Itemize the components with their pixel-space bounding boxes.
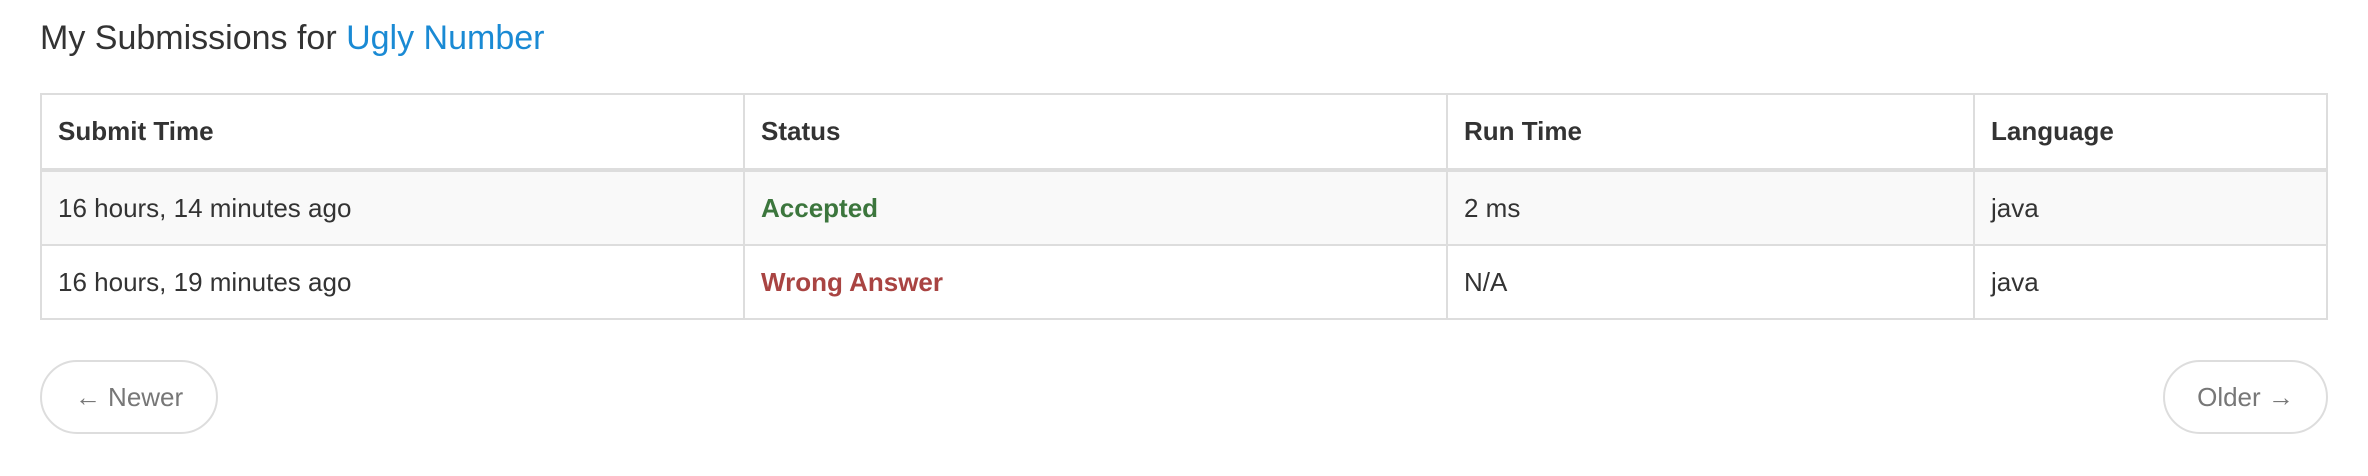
status-link[interactable]: Accepted bbox=[761, 193, 878, 223]
submissions-table: Submit Time Status Run Time Language 16 … bbox=[40, 93, 2328, 320]
submissions-page: My Submissions for Ugly Number Submit Ti… bbox=[0, 0, 2368, 476]
column-header-status: Status bbox=[743, 93, 1448, 172]
status-link[interactable]: Wrong Answer bbox=[761, 267, 943, 297]
submit-time-cell: 16 hours, 14 minutes ago bbox=[40, 169, 745, 246]
table-row: 16 hours, 14 minutes ago Accepted 2 ms j… bbox=[40, 169, 2328, 246]
page-title-prefix: My Submissions for bbox=[40, 19, 337, 57]
newer-button[interactable]: ← Newer bbox=[40, 360, 218, 434]
submissions-table-wrapper: Submit Time Status Run Time Language 16 … bbox=[40, 93, 2328, 320]
table-header-row: Submit Time Status Run Time Language bbox=[40, 93, 2328, 172]
problem-link[interactable]: Ugly Number bbox=[346, 19, 544, 57]
language-cell: java bbox=[1973, 169, 2328, 246]
status-cell: Wrong Answer bbox=[743, 244, 1448, 320]
page-title: My Submissions for Ugly Number bbox=[40, 14, 544, 62]
language-cell: java bbox=[1973, 244, 2328, 320]
column-header-language: Language bbox=[1973, 93, 2328, 172]
run-time-cell: N/A bbox=[1446, 244, 1975, 320]
status-cell: Accepted bbox=[743, 169, 1448, 246]
column-header-submit-time: Submit Time bbox=[40, 93, 745, 172]
column-header-run-time: Run Time bbox=[1446, 93, 1975, 172]
submit-time-cell: 16 hours, 19 minutes ago bbox=[40, 244, 745, 320]
older-button[interactable]: Older → bbox=[2163, 360, 2328, 434]
table-row: 16 hours, 19 minutes ago Wrong Answer N/… bbox=[40, 244, 2328, 320]
run-time-cell: 2 ms bbox=[1446, 169, 1975, 246]
